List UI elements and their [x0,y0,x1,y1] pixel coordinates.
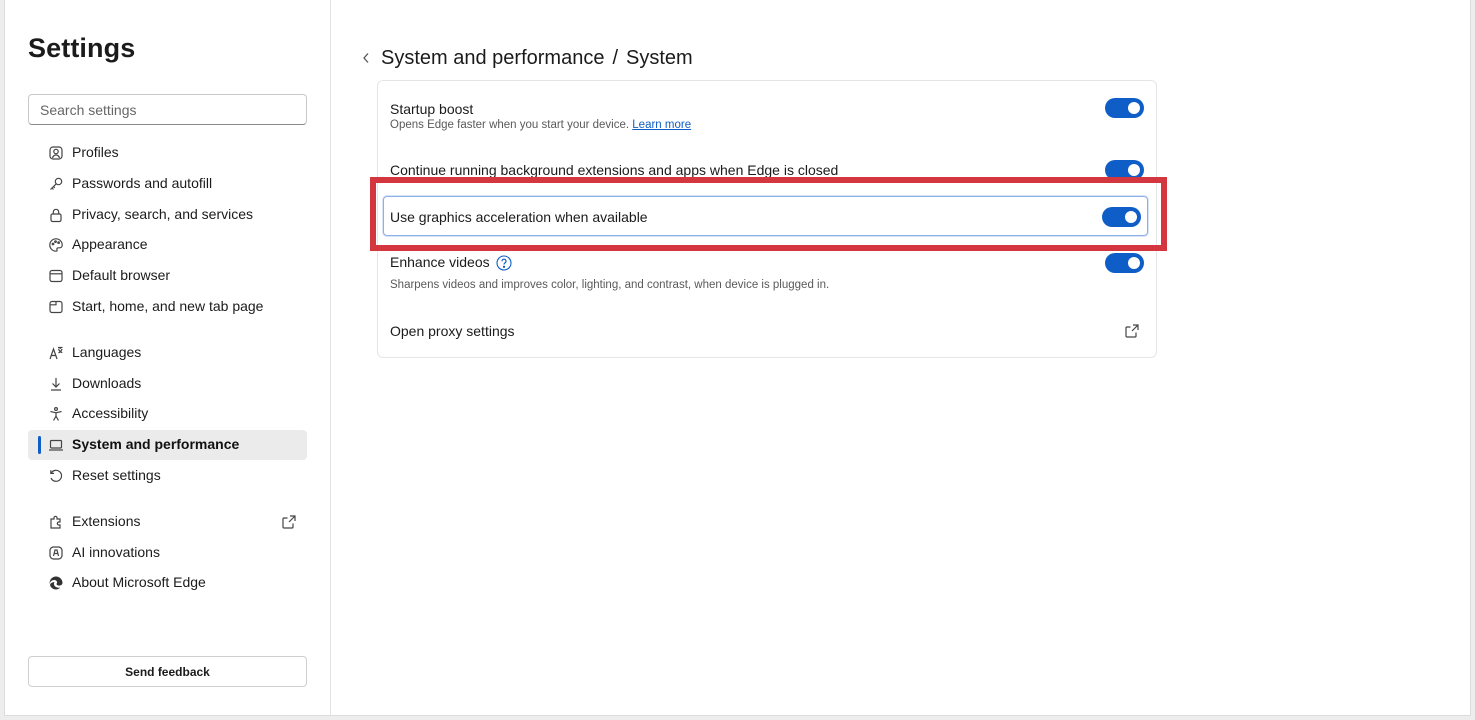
extensions-icon [48,514,64,530]
sidebar-item-privacy[interactable]: Privacy, search, and services [28,200,307,230]
sidebar-item-label: System and performance [72,436,240,452]
reset-icon [48,468,64,484]
background-extensions-toggle[interactable] [1105,160,1144,180]
setting-row-enhance-videos: Enhance videos Sharpens videos and impro… [378,249,1156,299]
sidebar-item-label: Default browser [72,267,171,283]
setting-description: Sharpens videos and improves color, ligh… [390,279,830,291]
languages-icon [48,345,64,361]
sidebar-item-accessibility[interactable]: Accessibility [28,399,307,429]
send-feedback-button[interactable]: Send feedback [28,656,307,687]
setting-description: Opens Edge faster when you start your de… [390,119,691,131]
settings-card: Startup boost Opens Edge faster when you… [377,80,1157,358]
back-chevron-icon[interactable] [359,50,373,66]
sidebar-item-extensions[interactable]: Extensions [28,507,307,537]
sidebar-item-label: Extensions [72,513,141,529]
sidebar-item-label: Downloads [72,375,142,391]
setting-title: Startup boost [390,101,474,117]
ai-icon [48,545,64,561]
sidebar-item-profiles[interactable]: Profiles [28,138,307,168]
sidebar-item-default-browser[interactable]: Default browser [28,261,307,291]
setting-row-startup-boost: Startup boost Opens Edge faster when you… [378,81,1156,141]
lock-icon [48,207,64,223]
sidebar-item-reset[interactable]: Reset settings [28,461,307,491]
external-link-icon [281,514,297,530]
sidebar-item-label: Accessibility [72,405,149,421]
help-icon[interactable] [496,255,512,271]
sidebar-item-label: Start, home, and new tab page [72,298,264,314]
active-indicator [38,436,41,454]
sidebar-item-passwords[interactable]: Passwords and autofill [28,169,307,199]
setting-title: Continue running background extensions a… [390,162,839,178]
setting-title: Open proxy settings [390,323,515,339]
laptop-icon [48,437,64,453]
setting-title: Use graphics acceleration when available [390,209,648,225]
main-content: System and performance / System Startup bo… [331,0,1470,715]
settings-title: Settings [28,33,136,63]
sidebar-item-label: Privacy, search, and services [72,206,254,222]
settings-window: Settings Profiles Passwords and autofill… [4,0,1471,716]
download-icon [48,376,64,392]
external-link-icon[interactable] [1124,323,1140,339]
palette-icon [48,237,64,253]
graphics-acceleration-toggle[interactable] [1102,207,1141,227]
sidebar-item-label: AI innovations [72,544,160,560]
page-title: System and performance / System [381,47,693,70]
sidebar-item-languages[interactable]: Languages [28,338,307,368]
sidebar-item-ai-innovations[interactable]: AI innovations [28,538,307,568]
setting-title: Enhance videos [390,254,490,270]
breadcrumb-parent[interactable]: System and performance [381,47,604,69]
sidebar-item-label: Languages [72,344,142,360]
enhance-videos-toggle[interactable] [1105,253,1144,273]
setting-row-proxy-settings[interactable]: Open proxy settings [378,311,1156,351]
description-text: Opens Edge faster when you start your de… [390,119,630,131]
key-icon [48,176,64,192]
learn-more-link[interactable]: Learn more [632,119,691,131]
accessibility-icon [48,406,64,422]
sidebar-item-label: Reset settings [72,467,161,483]
sidebar-item-about-edge[interactable]: About Microsoft Edge [28,568,307,598]
home-tab-icon [48,299,64,315]
edge-icon [48,575,64,591]
sidebar-item-start-home[interactable]: Start, home, and new tab page [28,292,307,322]
profile-icon [48,145,64,161]
sidebar-item-label: Passwords and autofill [72,175,213,191]
sidebar-item-label: About Microsoft Edge [72,574,206,590]
sidebar-item-appearance[interactable]: Appearance [28,230,307,260]
breadcrumb-separator: / [612,47,618,69]
sidebar-item-label: Profiles [72,144,119,160]
sidebar-item-system-performance[interactable]: System and performance [28,430,307,460]
setting-row-background-extensions: Continue running background extensions a… [378,151,1156,191]
search-input[interactable] [29,95,306,124]
sidebar: Settings Profiles Passwords and autofill… [5,0,331,715]
sidebar-item-downloads[interactable]: Downloads [28,369,307,399]
browser-icon [48,268,64,284]
setting-row-graphics-acceleration: Use graphics acceleration when available [383,196,1148,236]
search-box[interactable] [28,94,307,125]
sidebar-item-label: Appearance [72,236,148,252]
breadcrumb-current: System [626,47,693,69]
startup-boost-toggle[interactable] [1105,98,1144,118]
